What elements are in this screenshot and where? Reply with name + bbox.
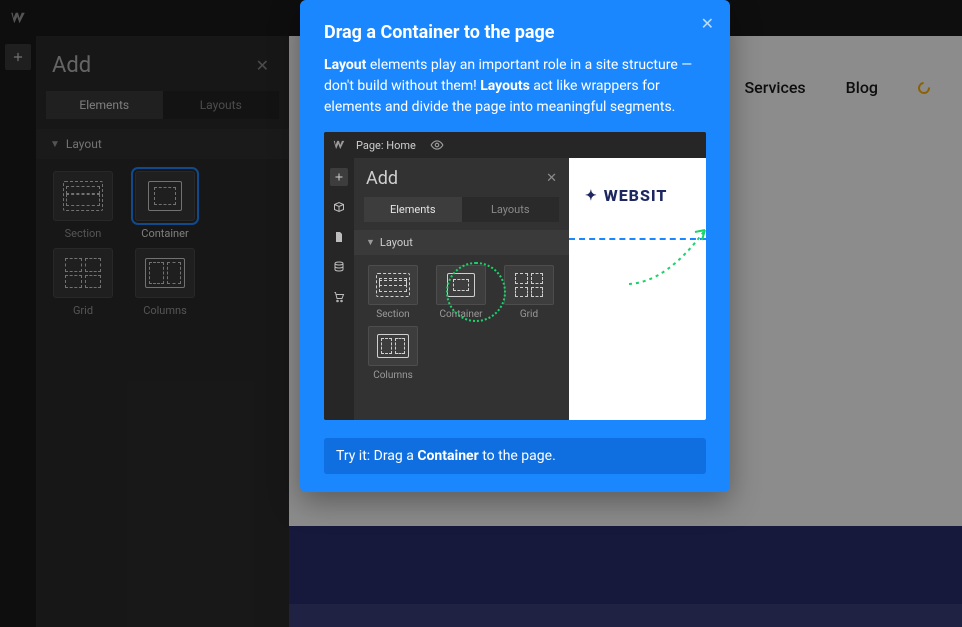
mini-element-section: Section xyxy=(362,265,424,320)
box-icon xyxy=(330,198,348,216)
add-panel-tabs: Elements Layouts xyxy=(36,91,289,129)
section-thumb-icon xyxy=(53,171,113,221)
mini-section-label: Layout xyxy=(380,236,413,249)
tryit-suffix: to the page. xyxy=(479,448,556,464)
element-label: Columns xyxy=(143,304,187,317)
webflow-logo-icon xyxy=(330,136,348,154)
mini-add-title: Add xyxy=(366,168,398,189)
element-columns[interactable]: Columns xyxy=(128,248,202,317)
page-icon xyxy=(330,228,348,246)
mini-element-grid: Grid xyxy=(498,265,560,320)
highlight-ring-icon xyxy=(446,262,506,322)
plus-icon xyxy=(330,168,348,186)
tutorial-popover: ✕ Drag a Container to the page Layout el… xyxy=(300,0,730,492)
add-element-button[interactable] xyxy=(5,44,31,70)
sparkle-icon: ✦ xyxy=(585,188,598,204)
element-label: Section xyxy=(65,227,102,240)
mini-tab-elements: Elements xyxy=(364,197,462,222)
tutorial-body: Layout elements play an important role i… xyxy=(324,55,706,118)
webflow-logo[interactable] xyxy=(0,0,36,36)
mini-canvas: ✦ WEBSIT xyxy=(569,158,706,420)
database-icon xyxy=(330,258,348,276)
add-panel-title: Add xyxy=(52,53,91,78)
tryit-strong: Container xyxy=(417,448,478,464)
tryit-prefix: Try it: Drag a xyxy=(336,448,417,464)
grid-thumb-icon xyxy=(53,248,113,298)
preview-icon xyxy=(428,136,446,154)
left-rail xyxy=(0,36,36,627)
close-icon: ✕ xyxy=(546,171,557,186)
mini-left-rail xyxy=(324,158,354,420)
element-grid: Section Container Grid Columns xyxy=(36,159,289,329)
tutorial-tryit: Try it: Drag a Container to the page. xyxy=(324,438,706,474)
mini-element-columns: Columns xyxy=(362,326,424,381)
nav-link-blog[interactable]: Blog xyxy=(846,78,878,97)
drag-arrow-icon xyxy=(627,222,706,286)
tutorial-body-strong-1: Layout xyxy=(324,57,366,73)
element-container[interactable]: Container xyxy=(128,171,202,240)
tutorial-title: Drag a Container to the page xyxy=(324,22,706,43)
cart-icon xyxy=(330,288,348,306)
tutorial-body-strong-2: Layouts xyxy=(480,78,530,94)
mini-tab-layouts: Layouts xyxy=(462,197,560,222)
site-nav: Services Blog xyxy=(744,78,930,97)
chevron-down-icon: ▼ xyxy=(366,237,375,248)
element-label: Container xyxy=(141,227,188,240)
mini-page-label: Page: Home xyxy=(356,139,416,152)
chevron-down-icon: ▼ xyxy=(50,139,60,150)
add-panel: Add ✕ Elements Layouts ▼ Layout Section … xyxy=(36,36,289,627)
close-icon[interactable]: ✕ xyxy=(252,52,273,79)
mini-topbar: Page: Home xyxy=(324,132,706,158)
element-section[interactable]: Section xyxy=(46,171,120,240)
nav-cta-icon[interactable] xyxy=(916,79,933,96)
tab-elements[interactable]: Elements xyxy=(46,91,163,119)
close-icon[interactable]: ✕ xyxy=(697,10,718,37)
hero-band xyxy=(289,526,962,604)
mini-section-header: ▼ Layout xyxy=(354,230,569,255)
tab-layouts[interactable]: Layouts xyxy=(163,91,280,119)
element-label: Grid xyxy=(73,304,93,317)
nav-link-services[interactable]: Services xyxy=(744,78,805,97)
tutorial-illustration: Page: Home Add ✕ Elements Layouts ▼ Lay xyxy=(324,132,706,420)
section-header-label: Layout xyxy=(66,137,102,151)
section-layout-header[interactable]: ▼ Layout xyxy=(36,129,289,159)
element-grid[interactable]: Grid xyxy=(46,248,120,317)
container-thumb-icon xyxy=(135,171,195,221)
columns-thumb-icon xyxy=(135,248,195,298)
mini-site-title: ✦ WEBSIT xyxy=(585,186,667,205)
hero-band-2 xyxy=(289,604,962,627)
